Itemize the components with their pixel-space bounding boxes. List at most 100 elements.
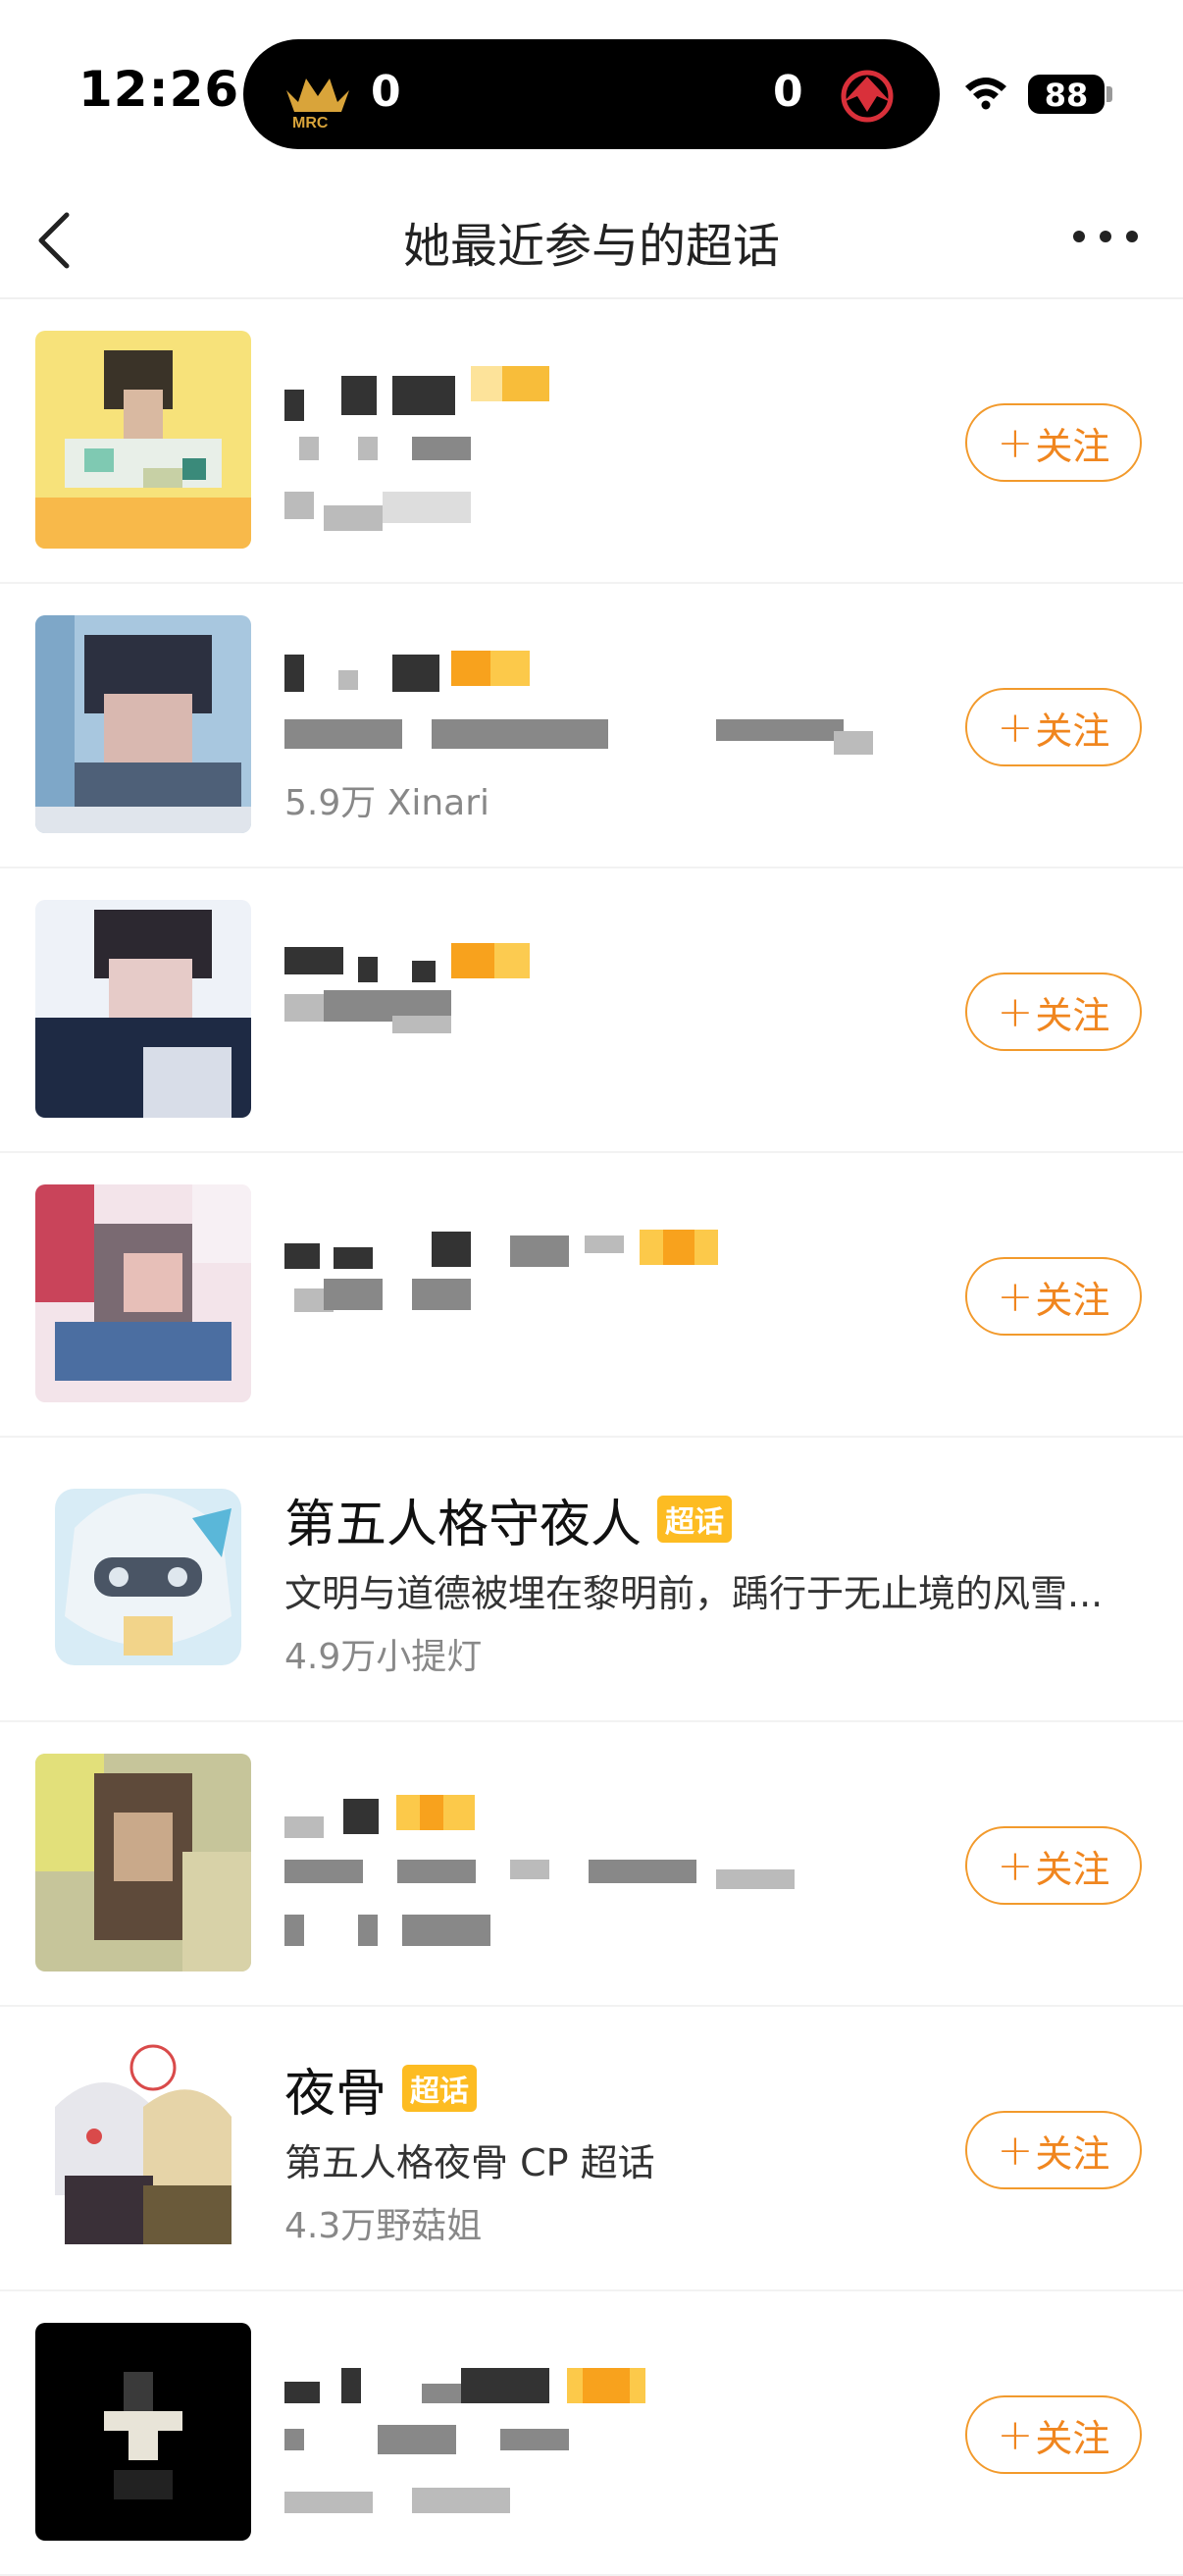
- more-options-icon[interactable]: [1071, 227, 1140, 246]
- redacted-name: [510, 1235, 569, 1267]
- redacted-name: [284, 390, 304, 421]
- topic-avatar[interactable]: [35, 1754, 251, 1971]
- battery-level: 88: [1044, 77, 1089, 114]
- score-right: 0: [773, 67, 803, 117]
- follow-button[interactable]: + 关注: [965, 973, 1142, 1051]
- page-title: 她最近参与的超话: [402, 219, 780, 274]
- topic-avatar[interactable]: [35, 900, 251, 1118]
- follow-button[interactable]: + 关注: [965, 1257, 1142, 1336]
- list-item[interactable]: + 关注: [0, 2291, 1183, 2576]
- status-bar: 12:26 MRC 0 0 88: [0, 0, 1183, 182]
- redacted-desc: [589, 1860, 696, 1883]
- redacted-name: [432, 1232, 471, 1267]
- list-item[interactable]: 第五人格守夜人 超话 文明与道德被埋在黎明前，踽行于无止境的风雪... 4.9万…: [0, 1438, 1183, 1722]
- list-item[interactable]: + 关注: [0, 299, 1183, 584]
- redacted-badge: [451, 943, 530, 978]
- redacted-desc: [510, 1860, 549, 1879]
- redacted-desc: [299, 437, 319, 460]
- list-item[interactable]: 5.9万 Xinari + 关注: [0, 584, 1183, 868]
- list-item[interactable]: + 关注: [0, 1722, 1183, 2007]
- topic-avatar[interactable]: [35, 615, 251, 833]
- plus-icon: +: [997, 1840, 1034, 1891]
- redacted-desc: [378, 2425, 456, 2454]
- redacted-desc: [834, 731, 873, 755]
- follow-button[interactable]: + 关注: [965, 403, 1142, 482]
- redacted-name: [422, 2384, 461, 2403]
- redacted-stats: [284, 492, 314, 519]
- follow-label: 关注: [1035, 2131, 1110, 2176]
- redacted-name: [338, 670, 358, 690]
- follow-label: 关注: [1035, 1278, 1110, 1322]
- topic-name: 第五人格守夜人: [284, 1495, 643, 1554]
- redacted-name: [392, 655, 439, 692]
- topic-avatar[interactable]: [35, 2038, 251, 2256]
- topic-title-row: 夜骨 超话: [284, 2054, 478, 2124]
- redacted-name: [284, 1816, 324, 1838]
- team-crown-logo-icon: MRC: [286, 79, 349, 130]
- supertopic-badge: 超话: [657, 1496, 733, 1543]
- redacted-name: [358, 957, 378, 982]
- supertopic-badge: 超话: [402, 2065, 478, 2112]
- plus-icon: +: [997, 2409, 1034, 2460]
- redacted-desc: [397, 1860, 476, 1883]
- topic-name: 夜骨: [284, 2064, 387, 2124]
- team-emblem-icon: [841, 70, 894, 123]
- follow-button[interactable]: + 关注: [965, 2395, 1142, 2474]
- score-left: 0: [371, 67, 401, 117]
- live-activity-island[interactable]: MRC 0 0: [243, 39, 940, 149]
- redacted-name: [461, 2368, 549, 2403]
- redacted-name: [334, 1247, 373, 1269]
- redacted-stats: [358, 1915, 378, 1946]
- redacted-badge: [640, 1230, 718, 1265]
- redacted-name: [284, 2382, 320, 2403]
- redacted-name: [284, 1243, 320, 1269]
- redacted-name: [343, 1799, 379, 1834]
- redacted-desc: [716, 719, 844, 741]
- redacted-badge: [396, 1795, 475, 1830]
- nav-bar: 她最近参与的超话: [0, 182, 1183, 299]
- redacted-desc: [284, 2429, 304, 2450]
- redacted-desc: [500, 2429, 569, 2450]
- battery-cap: [1106, 86, 1112, 102]
- follow-label: 关注: [1035, 993, 1110, 1037]
- follow-button[interactable]: + 关注: [965, 2111, 1142, 2189]
- redacted-name: [341, 2368, 361, 2403]
- redacted-name: [392, 376, 455, 415]
- plus-icon: +: [997, 986, 1034, 1037]
- redacted-desc: [284, 994, 324, 1022]
- redacted-stats: [324, 505, 383, 531]
- list-item[interactable]: + 关注: [0, 868, 1183, 1153]
- redacted-desc: [358, 437, 378, 460]
- redacted-desc: [324, 1279, 383, 1310]
- follow-button[interactable]: + 关注: [965, 1826, 1142, 1905]
- redacted-badge: [471, 366, 549, 401]
- plus-icon: +: [997, 2125, 1034, 2176]
- redacted-name: [412, 961, 436, 982]
- topic-description: 文明与道德被埋在黎明前，踽行于无止境的风雪...: [284, 1572, 1104, 1615]
- redacted-desc: [392, 1016, 451, 1033]
- topic-stats: 4.9万小提灯: [284, 1637, 483, 1677]
- topic-avatar[interactable]: [35, 331, 251, 549]
- redacted-stats: [284, 1915, 304, 1946]
- redacted-name: [585, 1235, 624, 1253]
- topic-avatar[interactable]: [35, 2323, 251, 2541]
- redacted-name: [284, 947, 343, 974]
- list-item[interactable]: + 关注: [0, 1153, 1183, 1438]
- redacted-desc: [284, 719, 402, 749]
- follow-label: 关注: [1035, 424, 1110, 468]
- redacted-desc: [716, 1869, 795, 1889]
- follow-label: 关注: [1035, 1847, 1110, 1891]
- follow-label: 关注: [1035, 709, 1110, 753]
- list-item[interactable]: 夜骨 超话 第五人格夜骨 CP 超话 4.3万野菇姐 + 关注: [0, 2007, 1183, 2291]
- wifi-icon: [965, 78, 1006, 110]
- plus-icon: +: [997, 702, 1034, 753]
- topic-avatar[interactable]: [35, 1184, 251, 1402]
- follow-button[interactable]: + 关注: [965, 688, 1142, 766]
- supertopic-list: + 关注 5.9万 Xinari + 关注 + 关注 + 关注 第五人格守夜人 …: [0, 299, 1183, 2576]
- battery-indicator: 88: [1028, 75, 1105, 114]
- redacted-stats: [383, 492, 471, 523]
- topic-avatar[interactable]: [35, 1469, 251, 1687]
- redacted-badge: [451, 651, 530, 686]
- redacted-desc: [412, 1279, 471, 1310]
- redacted-stats: [284, 2492, 373, 2513]
